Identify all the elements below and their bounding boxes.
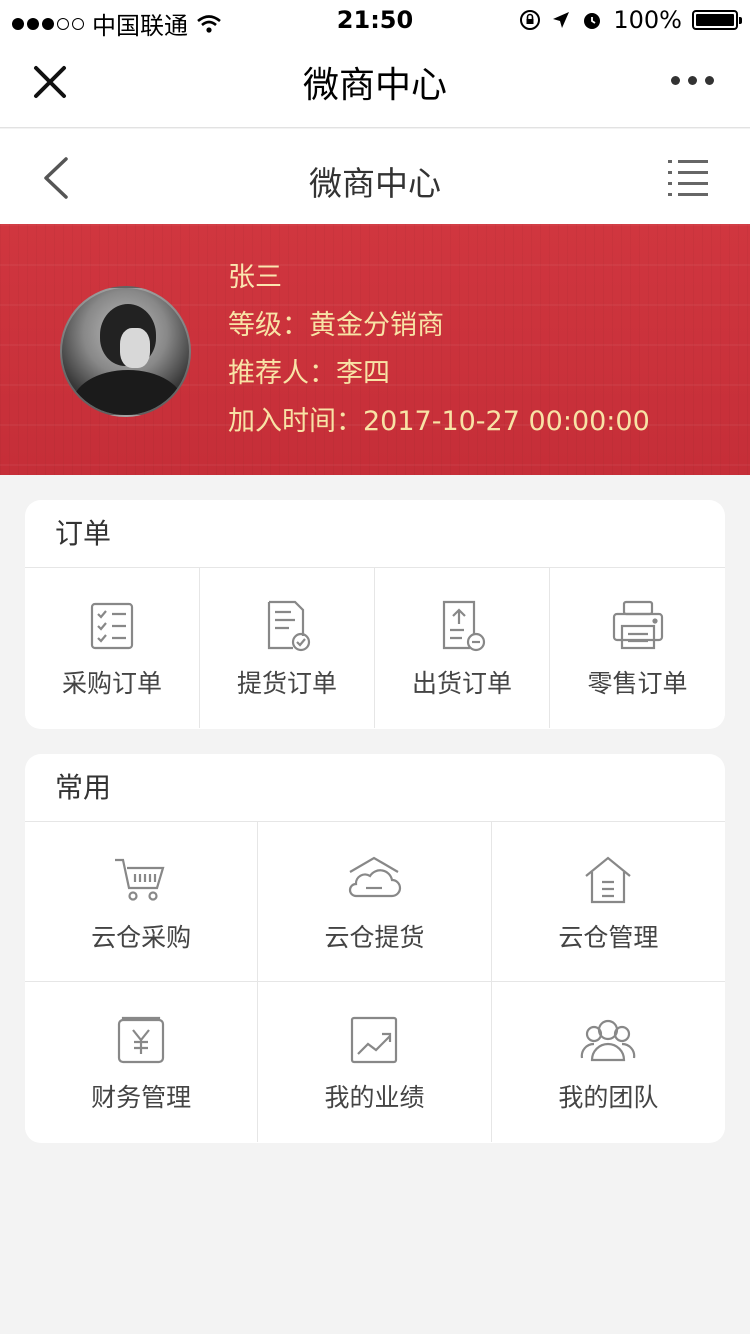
- my-team-button[interactable]: 我的团队: [491, 982, 725, 1142]
- page-title: 微商中心: [309, 164, 441, 203]
- my-performance-label: 我的业绩: [324, 1083, 425, 1112]
- trend-chart-icon: [346, 1012, 402, 1068]
- cloud-warehouse-icon: [346, 852, 402, 908]
- shipping-order-button[interactable]: 出货订单: [375, 568, 550, 728]
- avatar[interactable]: [60, 286, 191, 417]
- user-referrer: 推荐人：李四: [228, 358, 390, 389]
- yen-wallet-icon: [113, 1012, 169, 1068]
- cloud-pickup-label: 云仓提货: [324, 923, 425, 952]
- printer-icon: [610, 598, 666, 654]
- common-title: 常用: [25, 754, 725, 822]
- location-arrow-icon: [553, 12, 570, 28]
- purchase-order-label: 采购订单: [61, 669, 162, 698]
- battery-icon: [692, 10, 742, 30]
- retail-order-label: 零售订单: [587, 669, 688, 698]
- document-upload-icon: [434, 598, 490, 654]
- my-team-label: 我的团队: [558, 1083, 659, 1112]
- cloud-manage-label: 云仓管理: [558, 923, 659, 952]
- profile-banner: 张三 等级：黄金分销商 推荐人：李四 加入时间：2017-10-27 00:00…: [0, 224, 750, 475]
- more-icon[interactable]: [671, 76, 714, 85]
- pickup-order-button[interactable]: 提货订单: [200, 568, 375, 728]
- cloud-manage-button[interactable]: 云仓管理: [491, 822, 725, 982]
- orders-title: 订单: [25, 500, 725, 568]
- rotation-lock-icon: [520, 10, 541, 30]
- battery-percent: 100%: [613, 6, 682, 34]
- shipping-order-label: 出货订单: [411, 669, 512, 698]
- finance-manage-label: 财务管理: [91, 1083, 192, 1112]
- status-bar: 中国联通 21:50 100%: [0, 0, 750, 40]
- user-level: 等级：黄金分销商: [228, 310, 444, 341]
- profile-info: 张三 等级：黄金分销商 推荐人：李四 加入时间：2017-10-27 00:00…: [228, 254, 650, 446]
- wechat-bar: 微商中心: [0, 40, 750, 128]
- alarm-icon: [584, 13, 601, 29]
- my-performance-button[interactable]: 我的业绩: [258, 982, 492, 1142]
- orders-card: 订单 采购订单 提货订单 出货订单 零售订单: [25, 500, 725, 729]
- common-card: 常用 云仓采购 云仓提货 云仓管理 财务管理 我的业绩 我的团队: [25, 754, 725, 1143]
- retail-order-button[interactable]: 零售订单: [550, 568, 725, 728]
- pickup-order-label: 提货订单: [236, 669, 337, 698]
- cloud-purchase-label: 云仓采购: [91, 923, 192, 952]
- cloud-purchase-button[interactable]: 云仓采购: [25, 822, 259, 982]
- cart-icon: [113, 852, 169, 908]
- cloud-pickup-button[interactable]: 云仓提货: [258, 822, 492, 982]
- user-join-time: 加入时间：2017-10-27 00:00:00: [228, 406, 650, 437]
- document-check-icon: [259, 598, 315, 654]
- purchase-order-button[interactable]: 采购订单: [25, 568, 200, 728]
- finance-manage-button[interactable]: 财务管理: [25, 982, 259, 1142]
- team-icon: [580, 1012, 636, 1068]
- checklist-icon: [84, 598, 140, 654]
- page-navbar: 微商中心: [0, 129, 750, 224]
- list-menu-icon[interactable]: [666, 155, 710, 199]
- house-icon: [580, 852, 636, 908]
- wechat-title: 微商中心: [302, 65, 447, 106]
- user-name: 张三: [228, 262, 282, 293]
- status-right: 100%: [519, 6, 742, 34]
